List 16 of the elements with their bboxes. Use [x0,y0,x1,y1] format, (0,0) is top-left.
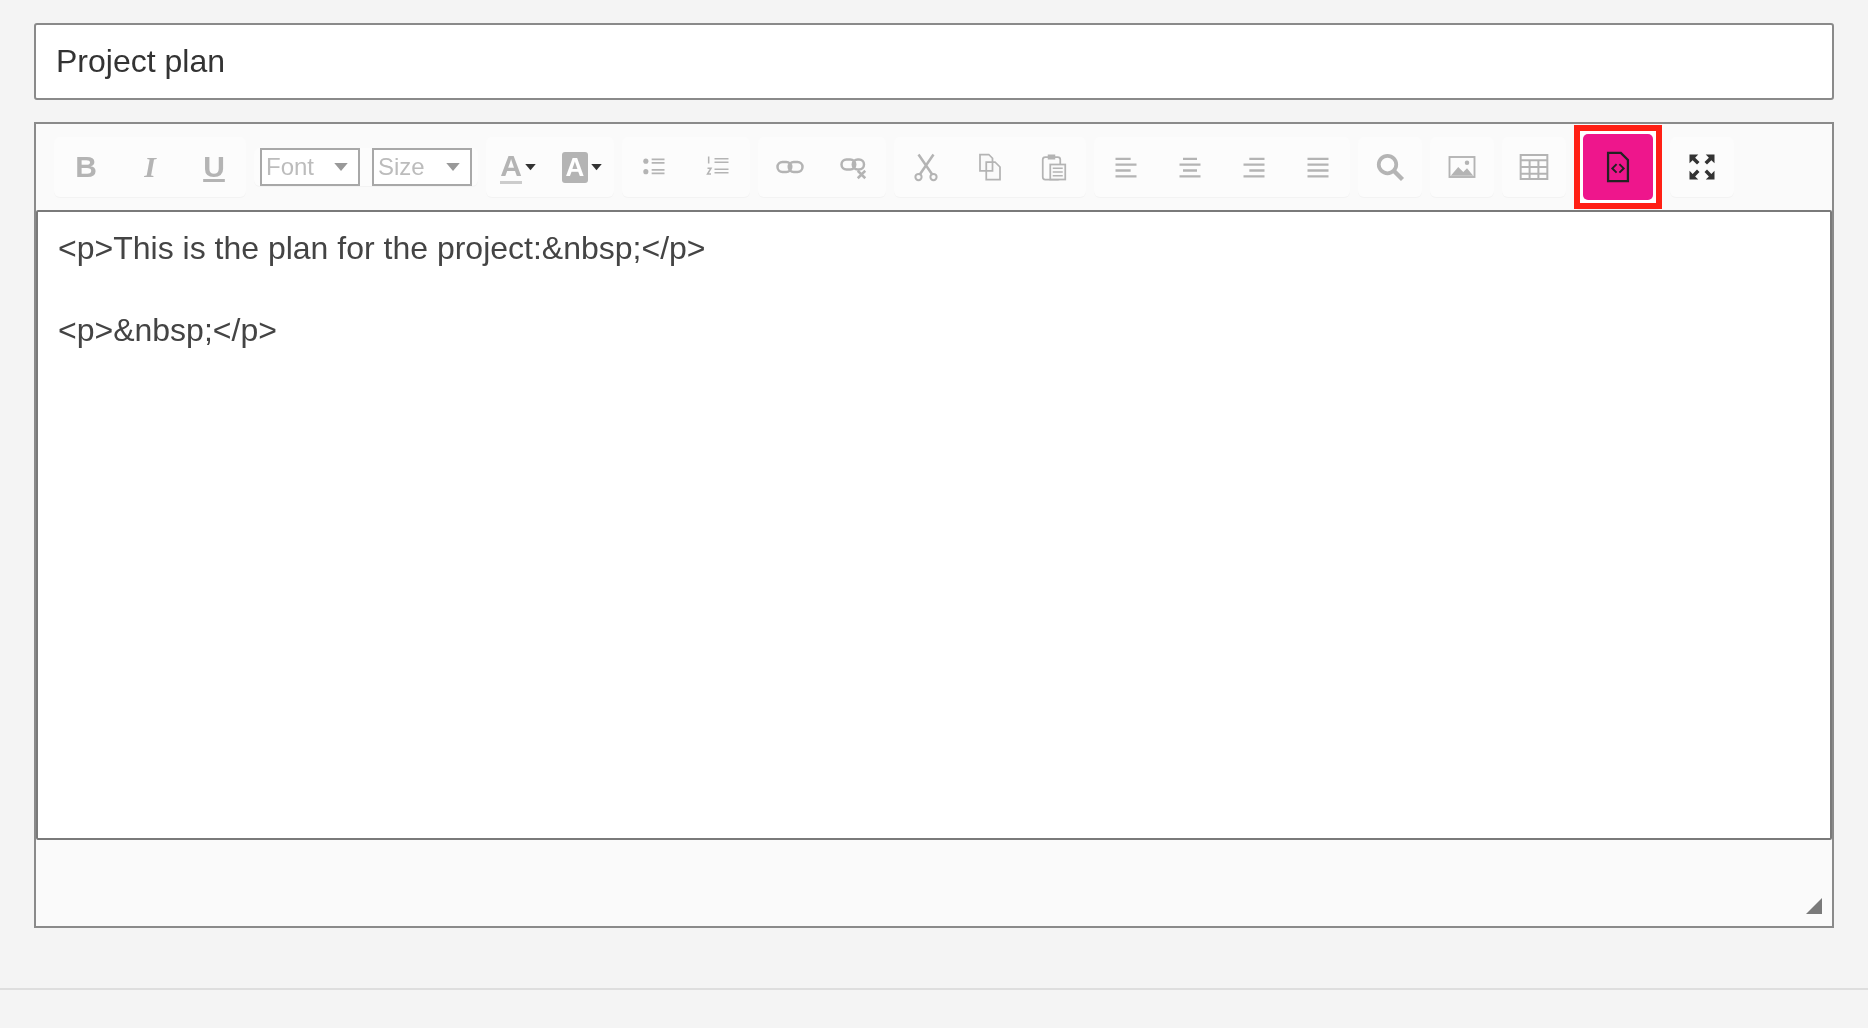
code-file-icon [1583,134,1653,200]
title-field[interactable]: Project plan [34,23,1834,100]
source-code-area[interactable]: <p>This is the plan for the project:&nbsp;</p> <p>&nbsp;</p> [36,210,1832,840]
caret-icon [524,163,536,171]
maximize-icon [1687,152,1717,182]
search-icon [1375,152,1405,182]
caret-icon [446,162,460,172]
caret-icon [591,163,603,171]
caret-icon [334,162,348,172]
clipboard-icon [1039,152,1069,182]
source-button[interactable] [1574,125,1662,209]
table-icon [1518,151,1550,183]
scissors-icon [911,152,941,182]
source-code-line: <p>This is the plan for the project:&nbsp;</p> [58,229,707,268]
source-code-line: <p>&nbsp;</p> [58,311,278,350]
resize-handle-icon[interactable] [1806,898,1822,914]
